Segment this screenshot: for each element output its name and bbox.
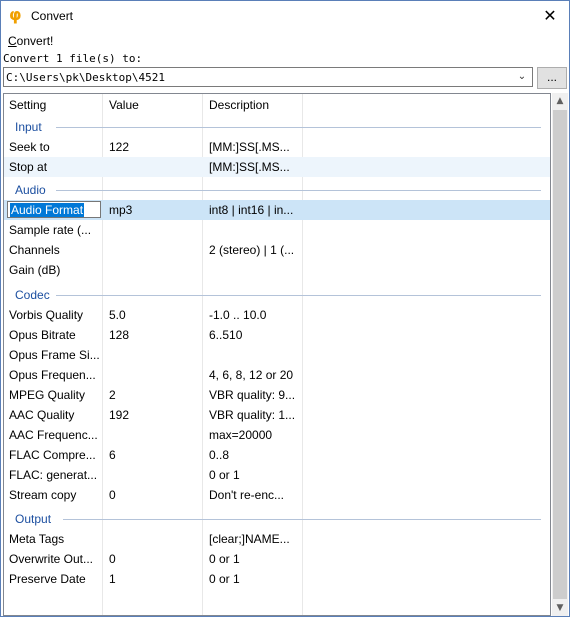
setting-name: Vorbis Quality — [9, 308, 84, 322]
settings-grid: Setting Value Description Input Seek to 12… — [3, 93, 551, 616]
window-title: Convert — [31, 9, 74, 23]
setting-name: Preserve Date — [9, 572, 86, 586]
setting-value[interactable]: 0 — [109, 488, 203, 502]
setting-name: FLAC: generat... — [9, 468, 98, 482]
setting-description: [MM:]SS[.MS... — [209, 140, 290, 154]
setting-value[interactable]: 1 — [109, 572, 203, 586]
grid-header: Setting Value Description — [4, 94, 550, 116]
setting-row[interactable]: MPEG Quality 2 VBR quality: 9... — [4, 385, 550, 405]
setting-row[interactable]: AAC Quality 192 VBR quality: 1... — [4, 405, 550, 425]
group-label: Codec — [15, 288, 50, 302]
target-path-combobox[interactable]: C:\Users\pk\Desktop\4521 ⌄ — [3, 67, 533, 87]
setting-description: [clear;]NAME... — [209, 532, 290, 546]
setting-name: MPEG Quality — [9, 388, 86, 402]
close-button[interactable]: ✕ — [535, 3, 565, 29]
setting-name: Channels — [9, 243, 60, 257]
group-divider — [56, 295, 541, 296]
chevron-down-icon[interactable]: ⌄ — [514, 69, 530, 85]
setting-name: Opus Bitrate — [9, 328, 76, 342]
group-divider — [56, 127, 541, 128]
setting-name: AAC Frequenc... — [9, 428, 98, 442]
setting-name-selected-text[interactable]: Audio Format — [10, 203, 85, 217]
setting-description: 0..8 — [209, 448, 230, 462]
setting-row[interactable]: Sample rate (... — [4, 220, 550, 240]
vertical-scrollbar[interactable]: ▲ ▼ — [552, 93, 568, 616]
setting-description: [MM:]SS[.MS... — [209, 160, 290, 174]
column-header-value[interactable]: Value — [109, 98, 139, 112]
setting-row[interactable]: AAC Frequenc... max=20000 — [4, 425, 550, 445]
convert-window: φ Convert ✕ Convert! Convert 1 file(s) t… — [0, 0, 570, 617]
setting-value[interactable]: 122 — [109, 140, 203, 154]
setting-name: Stop at — [9, 160, 48, 174]
browse-button[interactable]: ... — [537, 67, 567, 89]
setting-value[interactable]: 0 — [109, 552, 203, 566]
setting-row[interactable]: Stop at [MM:]SS[.MS... — [4, 157, 550, 177]
setting-row[interactable]: Meta Tags [clear;]NAME... — [4, 529, 550, 549]
setting-name: Opus Frame Si... — [9, 348, 100, 362]
group-label: Input — [15, 120, 42, 134]
group-header-input[interactable]: Input — [4, 116, 550, 136]
setting-value[interactable]: 192 — [109, 408, 203, 422]
setting-name: FLAC Compre... — [9, 448, 96, 462]
group-header-codec[interactable]: Codec — [4, 284, 550, 304]
column-header-description[interactable]: Description — [209, 98, 269, 112]
setting-row[interactable]: Stream copy 0 Don't re-enc... — [4, 485, 550, 505]
setting-row[interactable]: Opus Bitrate 128 6..510 — [4, 325, 550, 345]
setting-description: VBR quality: 1... — [209, 408, 296, 422]
phi-icon: φ — [9, 5, 22, 24]
setting-row[interactable]: Seek to 122 [MM:]SS[.MS... — [4, 137, 550, 157]
setting-value[interactable]: 2 — [109, 388, 203, 402]
column-header-setting[interactable]: Setting — [9, 98, 46, 112]
setting-description: 0 or 1 — [209, 572, 240, 586]
setting-description: 2 (stereo) | 1 (... — [209, 243, 295, 257]
setting-value[interactable]: mp3 — [109, 203, 203, 217]
group-divider — [56, 190, 541, 191]
setting-name: Seek to — [9, 140, 50, 154]
setting-name: Stream copy — [9, 488, 77, 502]
setting-name-edit-box[interactable]: Audio Format — [7, 201, 101, 218]
setting-name: Opus Frequen... — [9, 368, 96, 382]
setting-name: Gain (dB) — [9, 263, 61, 277]
setting-row[interactable]: Channels 2 (stereo) | 1 (... — [4, 240, 550, 260]
group-label: Output — [15, 512, 52, 526]
title-bar: φ Convert ✕ — [1, 1, 569, 31]
setting-description: 6..510 — [209, 328, 243, 342]
group-label: Audio — [15, 183, 46, 197]
setting-row[interactable]: FLAC: generat... 0 or 1 — [4, 465, 550, 485]
setting-row[interactable]: Opus Frame Si... — [4, 345, 550, 365]
setting-name: Meta Tags — [9, 532, 65, 546]
setting-row[interactable]: Preserve Date 1 0 or 1 — [4, 569, 550, 589]
setting-row[interactable]: Opus Frequen... 4, 6, 8, 12 or 20 — [4, 365, 550, 385]
setting-row[interactable]: Audio Format mp3 int8 | int16 | in... — [4, 200, 550, 220]
setting-description: 4, 6, 8, 12 or 20 — [209, 368, 294, 382]
setting-row[interactable]: FLAC Compre... 6 0..8 — [4, 445, 550, 465]
setting-description: max=20000 — [209, 428, 273, 442]
target-path-value[interactable]: C:\Users\pk\Desktop\4521 — [6, 71, 165, 84]
group-divider — [63, 519, 541, 520]
setting-value[interactable]: 5.0 — [109, 308, 203, 322]
menu-bar: Convert! — [1, 32, 569, 50]
setting-description: int8 | int16 | in... — [209, 203, 294, 217]
setting-description: VBR quality: 9... — [209, 388, 296, 402]
setting-value[interactable]: 6 — [109, 448, 203, 462]
setting-description: Don't re-enc... — [209, 488, 284, 502]
setting-name: Sample rate (... — [9, 223, 92, 237]
group-header-audio[interactable]: Audio — [4, 179, 550, 199]
group-header-output[interactable]: Output — [4, 508, 550, 528]
setting-name: Overwrite Out... — [9, 552, 94, 566]
convert-target-label: Convert 1 file(s) to: — [3, 52, 143, 65]
setting-value[interactable]: 128 — [109, 328, 203, 342]
setting-description: 0 or 1 — [209, 552, 240, 566]
setting-name: AAC Quality — [9, 408, 75, 422]
menu-item-convert[interactable]: Convert! — [8, 34, 53, 48]
setting-row[interactable]: Vorbis Quality 5.0 -1.0 .. 10.0 — [4, 305, 550, 325]
scrollbar-thumb[interactable] — [553, 110, 567, 599]
scroll-down-arrow-icon[interactable]: ▼ — [552, 600, 568, 616]
setting-description: 0 or 1 — [209, 468, 240, 482]
setting-row[interactable]: Gain (dB) — [4, 260, 550, 280]
setting-description: -1.0 .. 10.0 — [209, 308, 267, 322]
scroll-up-arrow-icon[interactable]: ▲ — [552, 93, 568, 109]
setting-row[interactable]: Overwrite Out... 0 0 or 1 — [4, 549, 550, 569]
